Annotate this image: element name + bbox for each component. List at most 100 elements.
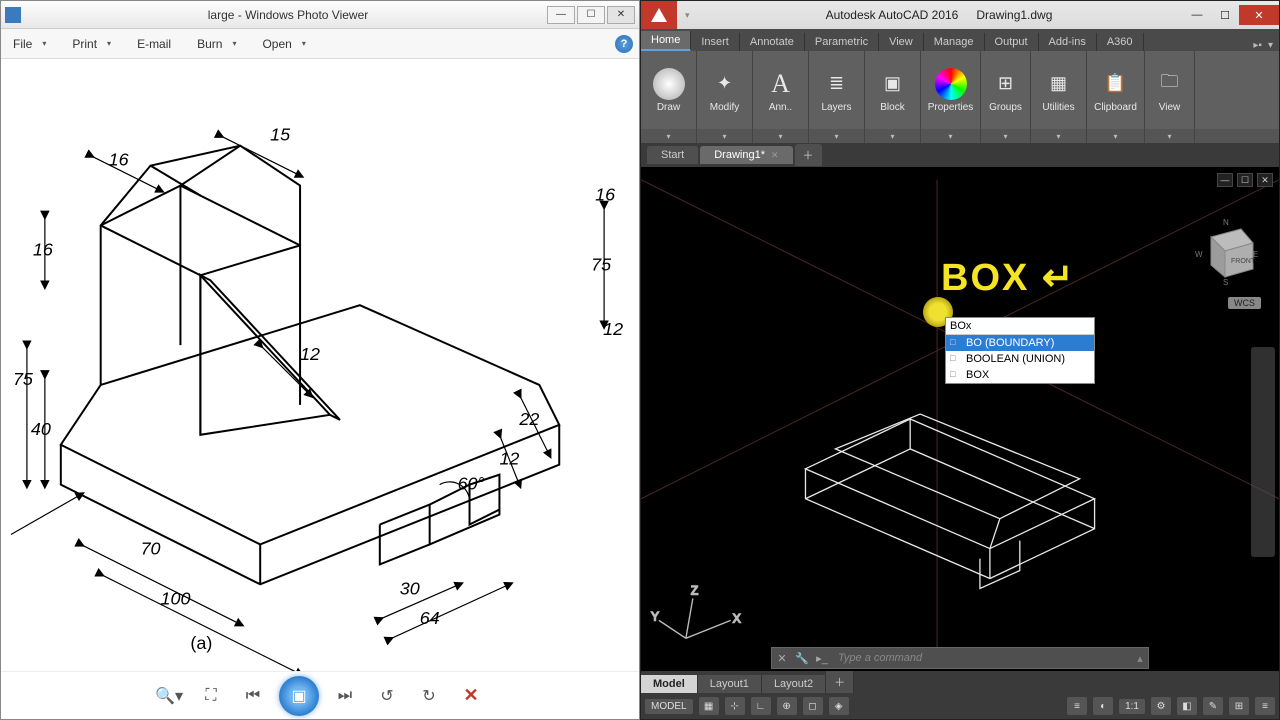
svg-text:75: 75 — [13, 369, 34, 389]
customize-icon[interactable]: ≡ — [1255, 697, 1275, 715]
annotation-icon[interactable]: ✎ — [1203, 697, 1223, 715]
delete-button[interactable]: ✕ — [455, 680, 487, 712]
tab-layout2[interactable]: Layout2 — [762, 675, 826, 693]
tab-parametric[interactable]: Parametric — [805, 33, 879, 51]
tab-home[interactable]: Home — [641, 31, 691, 51]
expand-properties[interactable]: ▾ — [921, 129, 981, 143]
lineweight-icon[interactable]: ≡ — [1067, 697, 1087, 715]
tab-output[interactable]: Output — [985, 33, 1039, 51]
vp-close-icon[interactable]: ✕ — [1257, 173, 1273, 187]
expand-block[interactable]: ▾ — [865, 129, 921, 143]
cmd-option-boolean[interactable]: BOOLEAN (UNION) — [946, 351, 1094, 367]
expand-utilities[interactable]: ▾ — [1031, 129, 1087, 143]
transparency-icon[interactable]: ◐ — [1093, 697, 1113, 715]
menu-file[interactable]: File — [7, 34, 52, 54]
minimize-button[interactable]: — — [1183, 5, 1211, 25]
ortho-icon[interactable]: ∟ — [751, 697, 771, 715]
prev-button[interactable]: ⏮ — [237, 680, 269, 712]
fit-button[interactable]: ⛶ — [195, 680, 227, 712]
tab-addins[interactable]: Add-ins — [1039, 33, 1097, 51]
gear-icon[interactable]: ⚙ — [1151, 697, 1171, 715]
tab-manage[interactable]: Manage — [924, 33, 985, 51]
menu-burn[interactable]: Burn — [191, 34, 242, 54]
close-tab-icon[interactable]: ✕ — [771, 150, 779, 161]
slideshow-button[interactable]: ▣ — [279, 676, 319, 716]
panel-block[interactable]: ▣Block — [865, 51, 921, 129]
pv-image-area[interactable]: 15 16 16 16 12 12 12 75 75 40 70 100 30 … — [1, 59, 639, 671]
tab-insert[interactable]: Insert — [691, 33, 740, 51]
maximize-button[interactable]: ☐ — [577, 6, 605, 24]
model-viewport[interactable]: X Y Z — ☐ ✕ FRONT NE WS — [641, 167, 1279, 671]
ribbon-play-icon[interactable]: ▸▪ — [1253, 40, 1262, 51]
isoplane-icon[interactable]: ◧ — [1177, 697, 1197, 715]
ribbon-tabs: Home Insert Annotate Parametric View Man… — [641, 29, 1279, 51]
tab-a360[interactable]: A360 — [1097, 33, 1144, 51]
command-line[interactable]: ✕ 🔧 ▸_ Type a command ▴ — [771, 647, 1149, 669]
expand-annotation[interactable]: ▾ — [753, 129, 809, 143]
rotate-cw-button[interactable]: ↻ — [413, 680, 445, 712]
panel-annotation[interactable]: AAnn.. — [753, 51, 809, 129]
close-button[interactable]: ✕ — [1239, 5, 1279, 25]
next-button[interactable]: ⏭ — [329, 680, 361, 712]
panel-properties[interactable]: Properties — [921, 51, 981, 129]
zoom-button[interactable]: 🔍▾ — [153, 680, 185, 712]
expand-clipboard[interactable]: ▾ — [1087, 129, 1145, 143]
expand-view[interactable]: ▾ — [1145, 129, 1195, 143]
tab-view[interactable]: View — [879, 33, 924, 51]
cmdline-placeholder: Type a command — [832, 652, 1132, 664]
tab-start[interactable]: Start — [647, 146, 698, 164]
expand-modify[interactable]: ▾ — [697, 129, 753, 143]
ac-titlebar[interactable]: ▾ Autodesk AutoCAD 2016 Drawing1.dwg — ☐… — [641, 1, 1279, 29]
vp-minimize-icon[interactable]: — — [1217, 173, 1233, 187]
vp-maximize-icon[interactable]: ☐ — [1237, 173, 1253, 187]
panel-view[interactable]: 🗀View — [1145, 51, 1195, 129]
tab-annotate[interactable]: Annotate — [740, 33, 805, 51]
rotate-ccw-button[interactable]: ↺ — [371, 680, 403, 712]
cmd-option-boundary[interactable]: BO (BOUNDARY) — [946, 335, 1094, 351]
groups-icon: ⊞ — [990, 68, 1022, 100]
help-icon[interactable]: ? — [615, 35, 633, 53]
cmdline-close-icon[interactable]: ✕ — [772, 652, 792, 665]
properties-icon — [935, 68, 967, 100]
3dosnap-icon[interactable]: ◈ — [829, 697, 849, 715]
tab-drawing1[interactable]: Drawing1*✕ — [700, 146, 792, 164]
navigation-bar[interactable] — [1251, 347, 1275, 557]
tab-layout1[interactable]: Layout1 — [698, 675, 762, 693]
workspace-icon[interactable]: ⊞ — [1229, 697, 1249, 715]
panel-utilities[interactable]: ▦Utilities — [1031, 51, 1087, 129]
snap-icon[interactable]: ⊹ — [725, 697, 745, 715]
add-layout-button[interactable]: ＋ — [826, 671, 854, 693]
minimize-button[interactable]: — — [547, 6, 575, 24]
ribbon-collapse-icon[interactable]: ▾ — [1268, 40, 1273, 51]
menu-email[interactable]: E-mail — [131, 34, 177, 54]
osnap-icon[interactable]: ◻ — [803, 697, 823, 715]
status-scale[interactable]: 1:1 — [1119, 699, 1145, 714]
view-cube[interactable]: FRONT NE WS — [1191, 217, 1261, 287]
menu-open[interactable]: Open — [256, 34, 311, 54]
panel-layers[interactable]: ≣Layers — [809, 51, 865, 129]
viewport-controls: — ☐ ✕ — [1217, 173, 1273, 187]
status-model[interactable]: MODEL — [645, 699, 693, 714]
autocad-logo-icon[interactable] — [641, 1, 677, 29]
close-button[interactable]: ✕ — [607, 6, 635, 24]
grid-icon[interactable]: ▦ — [699, 697, 719, 715]
menu-print[interactable]: Print — [66, 34, 117, 54]
pv-titlebar[interactable]: large - Windows Photo Viewer — ☐ ✕ — [1, 1, 639, 29]
expand-layers[interactable]: ▾ — [809, 129, 865, 143]
polar-icon[interactable]: ⊕ — [777, 697, 797, 715]
maximize-button[interactable]: ☐ — [1211, 5, 1239, 25]
command-input[interactable]: BOx — [946, 318, 1094, 335]
expand-draw[interactable]: ▾ — [641, 129, 697, 143]
expand-groups[interactable]: ▾ — [981, 129, 1031, 143]
panel-modify[interactable]: ✦Modify — [697, 51, 753, 129]
panel-draw[interactable]: Draw — [641, 51, 697, 129]
tab-model[interactable]: Model — [641, 675, 698, 693]
panel-clipboard[interactable]: 📋Clipboard — [1087, 51, 1145, 129]
new-tab-button[interactable]: ＋ — [795, 144, 822, 166]
svg-text:E: E — [1253, 250, 1258, 259]
wcs-label[interactable]: WCS — [1228, 297, 1261, 309]
cmd-option-box[interactable]: BOX — [946, 367, 1094, 383]
cmdline-history-icon[interactable]: ▴ — [1132, 652, 1148, 665]
panel-groups[interactable]: ⊞Groups — [981, 51, 1031, 129]
cmdline-wrench-icon[interactable]: 🔧 — [792, 652, 812, 665]
